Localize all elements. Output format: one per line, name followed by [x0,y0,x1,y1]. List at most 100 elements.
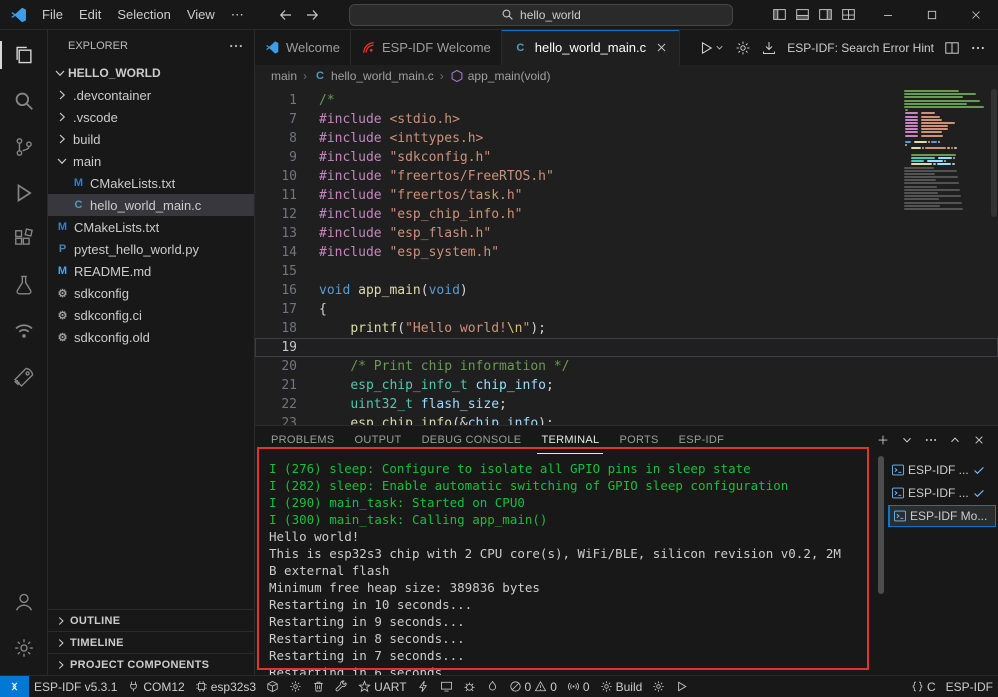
status-device-target[interactable]: esp32s3 [190,676,261,697]
code-line-21[interactable]: 21 esp_chip_info_t chip_info; [255,376,998,395]
status-full-clean[interactable] [307,676,330,697]
activity-explorer[interactable] [0,32,47,78]
breadcrumb-hello-world-main-c[interactable]: Chello_world_main.c [313,69,434,83]
terminal-scrollbar-slider[interactable] [878,456,884,594]
nav-back-icon[interactable] [278,7,294,23]
menu-view[interactable]: View [179,4,223,26]
code-line-22[interactable]: 22 uint32_t flash_size; [255,395,998,414]
file-tree-item-cmakelists-txt[interactable]: MCMakeLists.txt [48,172,254,194]
tab-hello-world-main-c[interactable]: Chello_world_main.c [502,30,680,65]
status-custom-task[interactable] [330,676,353,697]
terminal-tab-esp-idf[interactable]: ESP-IDF ... [888,482,996,504]
terminal-output[interactable]: I (276) sleep: Configure to isolate all … [255,454,876,675]
status-build-project[interactable]: Build [595,676,648,697]
status-monitor-device[interactable] [435,676,458,697]
status-sdk-config-editor[interactable] [284,676,307,697]
breadcrumb-main[interactable]: main [271,69,297,83]
sidebar-section-timeline[interactable]: TIMELINE [48,631,254,653]
maximize-button[interactable] [910,0,954,30]
status-language-mode[interactable]: C [906,676,941,697]
file-tree-item-sdkconfig[interactable]: ⚙sdkconfig [48,282,254,304]
new-terminal-icon[interactable] [876,433,890,447]
code-editor[interactable]: 1/*7#include <stdio.h>8#include <inttype… [255,87,998,425]
panel-tab-output[interactable]: OUTPUT [351,426,406,454]
code-line-10[interactable]: 10#include "freertos/FreeRTOS.h" [255,167,998,186]
explorer-more-actions-icon[interactable] [228,38,244,54]
toggle-sidebar-icon[interactable] [772,7,787,22]
status-flash-type[interactable] [261,676,284,697]
toggle-panel-icon[interactable] [795,7,810,22]
status-ports-forwarded[interactable]: 0 [562,676,595,697]
download-icon[interactable] [761,40,777,56]
panel-tab-terminal[interactable]: TERMINAL [537,426,603,454]
file-tree-item-cmakelists-txt[interactable]: MCMakeLists.txt [48,216,254,238]
split-editor-icon[interactable] [944,40,960,56]
terminal-tab-esp-idf[interactable]: ESP-IDF ... [888,459,996,481]
close-panel-icon[interactable] [972,433,986,447]
workspace-root-folder[interactable]: HELLO_WORLD [48,62,254,84]
more-editor-actions-icon[interactable] [970,40,986,56]
code-line-23[interactable]: 23 esp_chip_info(&chip_info); [255,414,998,425]
status-flash-device[interactable] [412,676,435,697]
activity-source-control[interactable] [0,124,47,170]
activity-esp-idf-explorer[interactable] [0,308,47,354]
code-line-15[interactable]: 15 [255,262,998,281]
panel-more-actions-icon[interactable] [924,433,938,447]
tab-welcome[interactable]: Welcome [255,30,351,65]
close-window-button[interactable] [954,0,998,30]
terminal-scrollbar[interactable] [876,454,886,675]
sidebar-section-outline[interactable]: OUTLINE [48,609,254,631]
menu-file[interactable]: File [34,4,71,26]
status-esp-idf-version[interactable]: ESP-IDF v5.3.1 [29,676,122,697]
activity-manage[interactable] [0,625,47,671]
minimize-button[interactable] [866,0,910,30]
file-tree-item-devcontainer[interactable]: .devcontainer [48,84,254,106]
panel-tab-debug-console[interactable]: DEBUG CONSOLE [418,426,526,454]
search-error-hint-button[interactable]: ESP-IDF: Search Error Hint [787,41,934,55]
menu-selection[interactable]: Selection [109,4,178,26]
activity-search[interactable] [0,78,47,124]
activity-accounts[interactable] [0,579,47,625]
file-tree-item-main[interactable]: main [48,150,254,172]
status-serial-port[interactable]: COM12 [122,676,189,697]
activity-testing[interactable] [0,262,47,308]
status-problems[interactable]: 00 [504,676,562,697]
nav-forward-icon[interactable] [304,7,320,23]
toggle-secondary-sidebar-icon[interactable] [818,7,833,22]
status-esp-idf-extension[interactable]: ESP-IDF [941,676,998,697]
code-line-12[interactable]: 12#include "esp_chip_info.h" [255,205,998,224]
breadcrumb-app-main-void[interactable]: app_main(void) [450,69,551,83]
editor-settings-icon[interactable] [735,40,751,56]
code-line-9[interactable]: 9#include "sdkconfig.h" [255,148,998,167]
code-line-20[interactable]: 20 /* Print chip information */ [255,357,998,376]
code-line-14[interactable]: 14#include "esp_system.h" [255,243,998,262]
terminal-tab-esp-idf-mo[interactable]: ESP-IDF Mo... [888,505,996,527]
file-tree-item-readme-md[interactable]: MREADME.md [48,260,254,282]
code-line-1[interactable]: 1/* [255,91,998,110]
code-line-16[interactable]: 16void app_main(void) [255,281,998,300]
editor-scrollbar[interactable] [991,89,997,217]
customize-layout-icon[interactable] [841,7,856,22]
code-line-7[interactable]: 7#include <stdio.h> [255,110,998,129]
activity-extensions[interactable] [0,216,47,262]
file-tree-item-vscode[interactable]: .vscode [48,106,254,128]
tab-esp-idf-welcome[interactable]: ESP-IDF Welcome [351,30,502,65]
file-tree-item-sdkconfig-old[interactable]: ⚙sdkconfig.old [48,326,254,348]
code-line-17[interactable]: 17{ [255,300,998,319]
code-line-19[interactable]: 19 [255,338,998,357]
status-select-task[interactable] [647,676,670,697]
activity-run-and-debug[interactable] [0,170,47,216]
file-tree-item-sdkconfig-ci[interactable]: ⚙sdkconfig.ci [48,304,254,326]
file-tree-item-hello-world-main-c[interactable]: Chello_world_main.c [48,194,254,216]
sidebar-section-project-components[interactable]: PROJECT COMPONENTS [48,653,254,675]
run-code-button[interactable] [698,40,725,56]
status-remote[interactable] [0,676,29,697]
code-line-18[interactable]: 18 printf("Hello world!\n"); [255,319,998,338]
menu-edit[interactable]: Edit [71,4,109,26]
status-debug-device[interactable] [458,676,481,697]
tab-close-icon[interactable] [654,40,669,55]
terminal-profile-dropdown-icon[interactable] [900,433,914,447]
panel-tab-esp-idf[interactable]: ESP-IDF [675,426,729,454]
menu-overflow[interactable]: ⋯ [223,4,252,26]
status-flash-method[interactable]: UART [353,676,411,697]
